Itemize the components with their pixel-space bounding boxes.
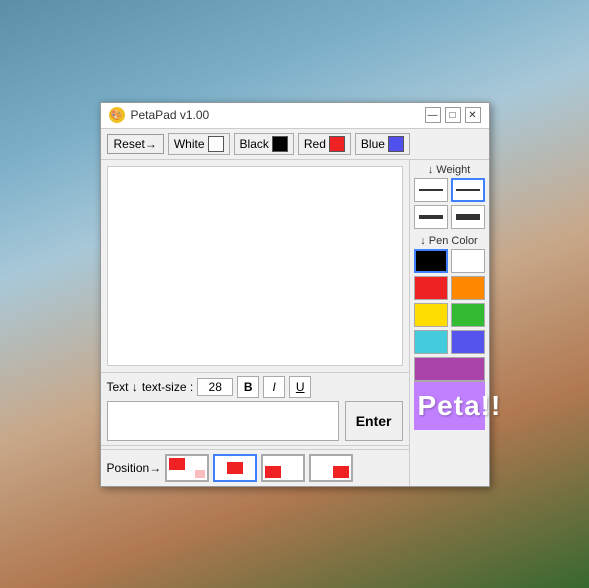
underline-button[interactable]: U: [289, 376, 311, 398]
main-area: Text ↓ text-size : B I U Enter Position→: [101, 160, 489, 486]
pen-color-green[interactable]: [451, 303, 485, 327]
black-color-button[interactable]: Black: [234, 133, 294, 155]
canvas-area: Text ↓ text-size : B I U Enter Position→: [101, 160, 409, 486]
position-label: Position→: [107, 461, 162, 475]
weight-line-1: [419, 189, 443, 191]
minimize-button[interactable]: —: [425, 107, 441, 123]
black-label: Black: [240, 137, 269, 151]
weight-button-4[interactable]: [451, 205, 485, 229]
maximize-button[interactable]: □: [445, 107, 461, 123]
text-toolbar: Text ↓ text-size : B I U: [101, 372, 409, 401]
weight-line-3: [419, 215, 443, 219]
weight-line-2: [456, 189, 480, 191]
side-panel: ↓ Weight ↓ Pen Color: [409, 160, 489, 486]
app-icon: 🎨: [109, 107, 125, 123]
blue-swatch: [388, 136, 404, 152]
pen-color-purple[interactable]: [414, 357, 485, 381]
text-size-label: text-size :: [142, 380, 193, 394]
title-bar: 🎨 PetaPad v1.00 — □ ✕: [101, 103, 489, 129]
pen-color-cyan[interactable]: [414, 330, 448, 354]
text-input-row: Enter: [101, 401, 409, 445]
white-color-button[interactable]: White: [168, 133, 230, 155]
weight-button-1[interactable]: [414, 178, 448, 202]
window-title: PetaPad v1.00: [131, 108, 425, 122]
window-controls: — □ ✕: [425, 107, 481, 123]
position-button-4[interactable]: [309, 454, 353, 482]
pen-color-grid: [414, 249, 485, 381]
blue-color-button[interactable]: Blue: [355, 133, 410, 155]
reset-button[interactable]: Reset→: [107, 134, 164, 154]
peta-banner: Peta!!: [414, 381, 485, 430]
pen-color-label: ↓ Pen Color: [414, 235, 485, 247]
text-size-input[interactable]: [197, 378, 233, 396]
enter-button[interactable]: Enter: [345, 401, 403, 441]
white-label: White: [174, 137, 205, 151]
weight-line-4: [456, 214, 480, 220]
position-button-1[interactable]: [165, 454, 209, 482]
pen-color-yellow[interactable]: [414, 303, 448, 327]
white-swatch: [208, 136, 224, 152]
text-label: Text ↓: [107, 380, 138, 394]
position-button-2[interactable]: [213, 454, 257, 482]
drawing-canvas[interactable]: [107, 166, 403, 366]
black-swatch: [272, 136, 288, 152]
blue-label: Blue: [361, 137, 385, 151]
position-row: Position→: [101, 449, 409, 486]
app-window: 🎨 PetaPad v1.00 — □ ✕ Reset→ White Black…: [100, 102, 490, 487]
weight-button-2[interactable]: [451, 178, 485, 202]
italic-button[interactable]: I: [263, 376, 285, 398]
weight-grid: [414, 178, 485, 229]
red-swatch: [329, 136, 345, 152]
red-color-button[interactable]: Red: [298, 133, 351, 155]
weight-button-3[interactable]: [414, 205, 448, 229]
pen-color-orange[interactable]: [451, 276, 485, 300]
text-input[interactable]: [107, 401, 339, 441]
position-button-3[interactable]: [261, 454, 305, 482]
pen-color-red[interactable]: [414, 276, 448, 300]
bold-button[interactable]: B: [237, 376, 259, 398]
weight-label: ↓ Weight: [414, 164, 485, 176]
pen-color-black[interactable]: [414, 249, 448, 273]
red-label: Red: [304, 137, 326, 151]
pen-color-blue[interactable]: [451, 330, 485, 354]
pen-color-white[interactable]: [451, 249, 485, 273]
color-toolbar: Reset→ White Black Red Blue: [101, 129, 489, 160]
close-button[interactable]: ✕: [465, 107, 481, 123]
